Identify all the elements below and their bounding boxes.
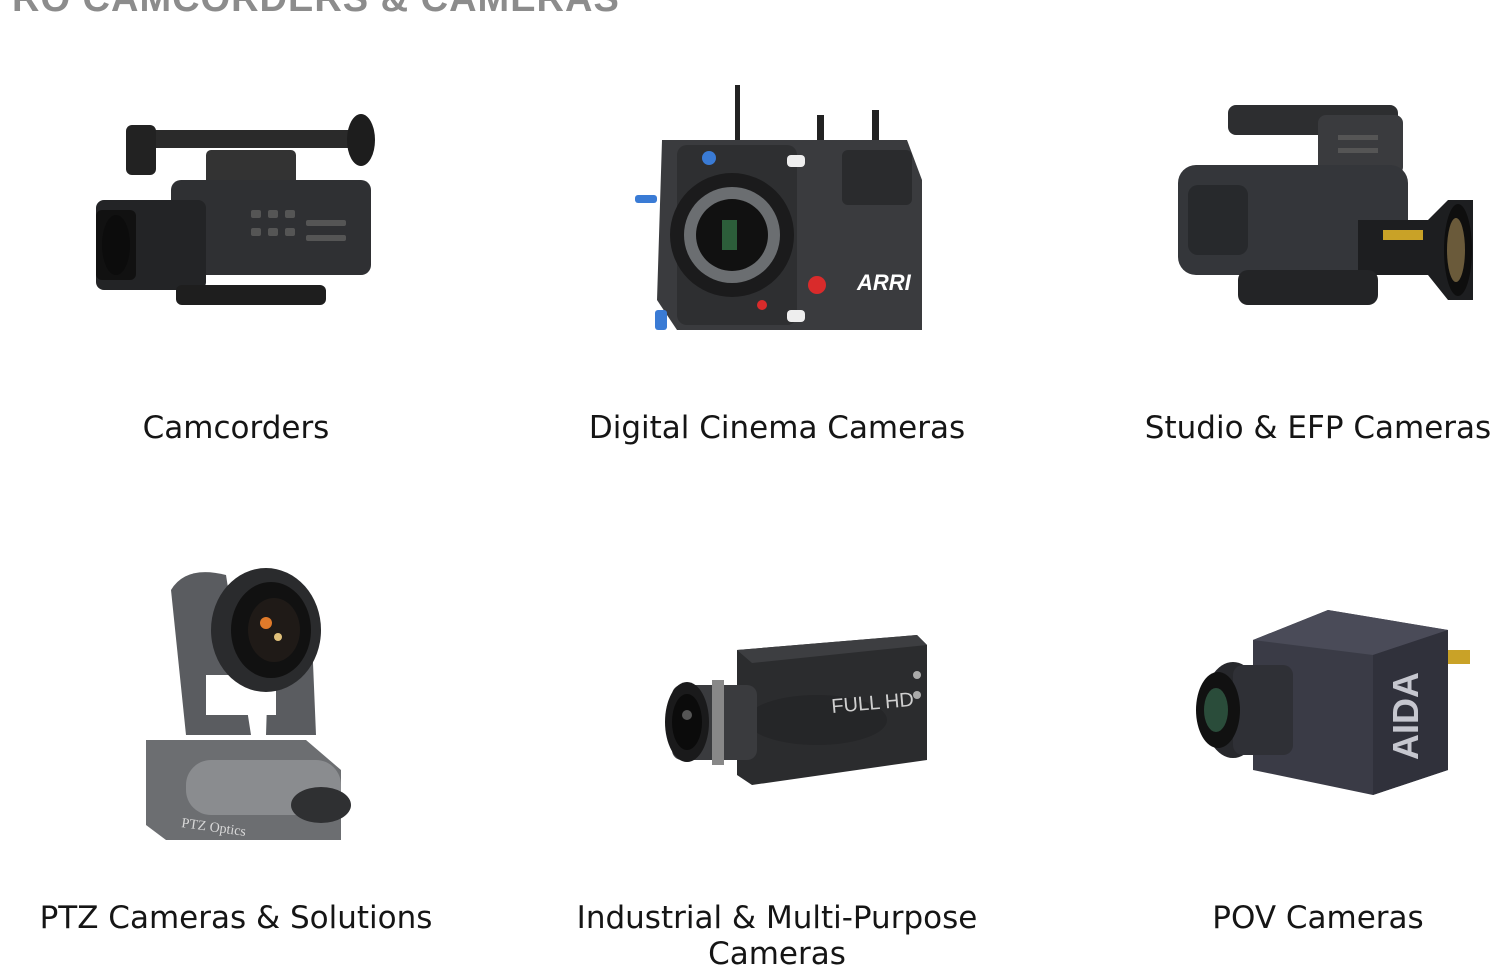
cinema-camera-image[interactable]: ARRI: [547, 70, 1007, 370]
category-grid: Camcorders ARRI Digital Cinema Cameras S…: [0, 0, 1511, 976]
industrial-camera-image[interactable]: FULL HD: [547, 555, 1007, 855]
cinema-brand-text: ARRI: [856, 270, 912, 295]
camcorder-image[interactable]: [6, 70, 466, 370]
pov-camera-icon: AIDA: [1196, 610, 1470, 795]
category-label[interactable]: PTZ Cameras & Solutions: [6, 900, 466, 936]
industrial-camera-icon: FULL HD: [665, 635, 927, 785]
studio-camera-icon: [1178, 105, 1473, 305]
studio-camera-image[interactable]: [1088, 70, 1511, 370]
ptz-camera-image[interactable]: PTZ Optics: [6, 555, 466, 855]
camcorder-icon: [96, 114, 375, 305]
ptz-camera-icon: PTZ Optics: [146, 568, 351, 840]
cinema-camera-icon: ARRI: [635, 85, 922, 330]
category-label[interactable]: Digital Cinema Cameras: [547, 410, 1007, 446]
category-label[interactable]: Industrial & Multi-Purpose Cameras: [547, 900, 1007, 972]
category-label[interactable]: POV Cameras: [1088, 900, 1511, 936]
category-label[interactable]: Studio & EFP Cameras: [1088, 410, 1511, 446]
pov-brand-text: AIDA: [1385, 672, 1426, 760]
pov-camera-image[interactable]: AIDA: [1088, 555, 1511, 855]
category-label[interactable]: Camcorders: [6, 410, 466, 446]
